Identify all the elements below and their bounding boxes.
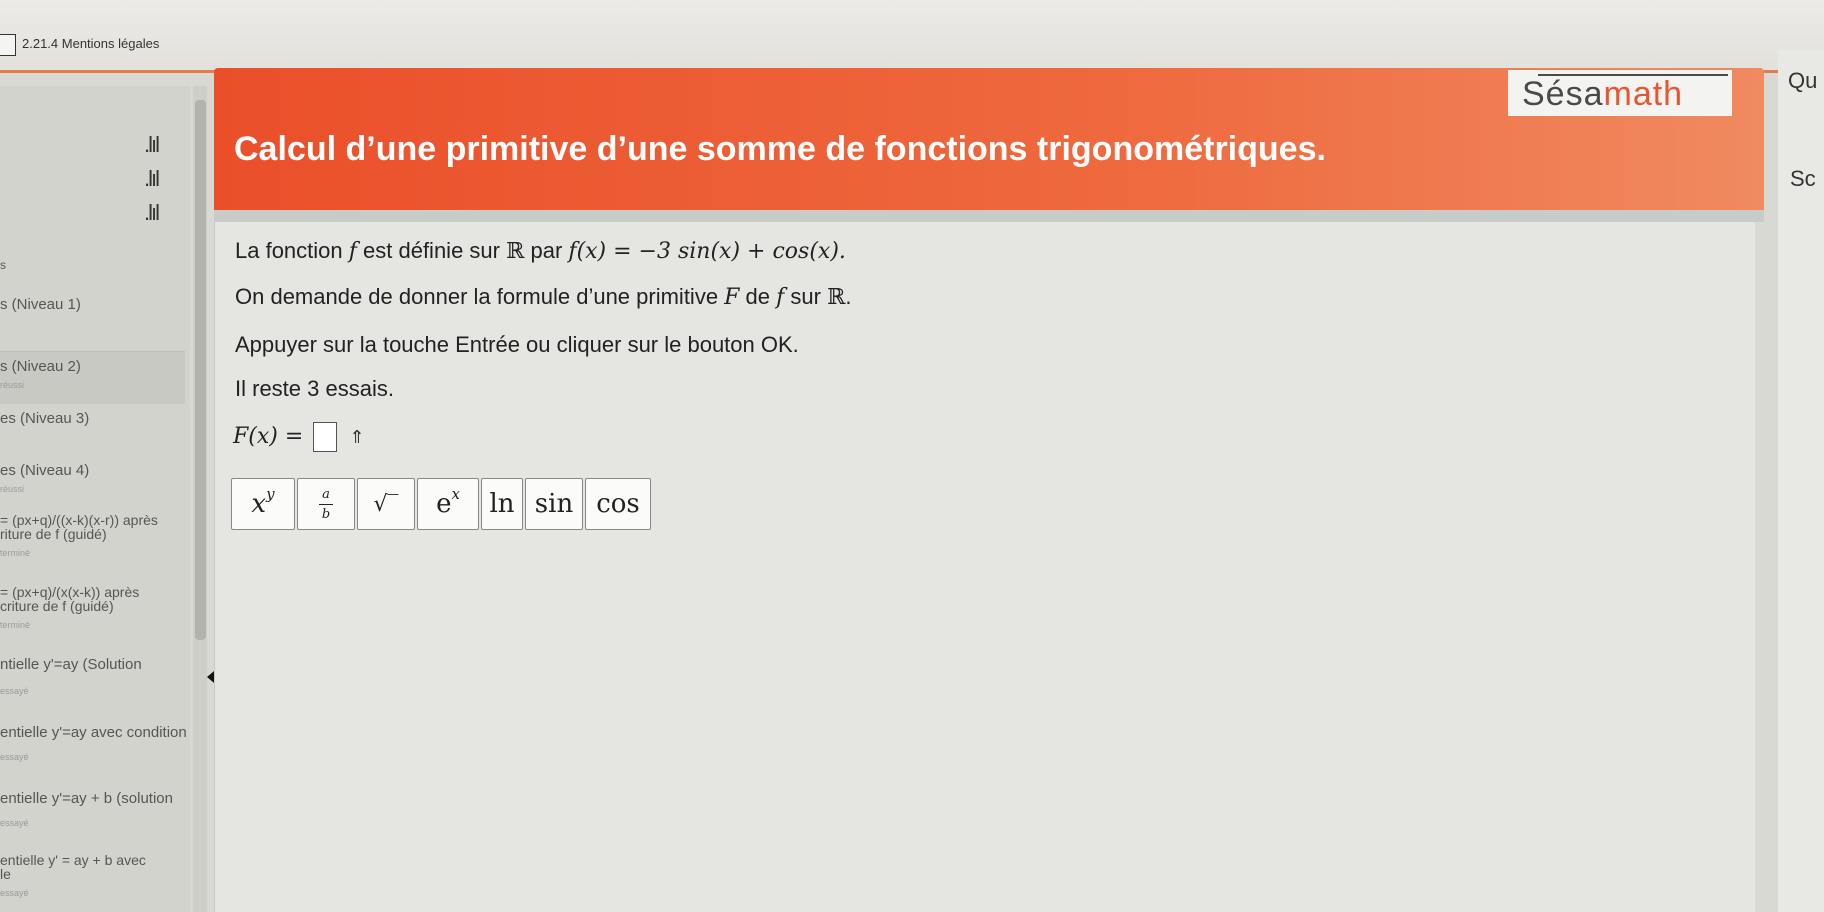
banner-shadow-strip — [214, 210, 1764, 222]
sidebar-item-status: réussi — [0, 380, 25, 390]
up-arrow-icon[interactable]: ⇑ — [350, 427, 365, 448]
instruction-line: Appuyer sur la touche Entrée ou cliquer … — [235, 332, 799, 357]
fraction-key[interactable]: ab — [297, 478, 355, 530]
exercise-banner: Sésamath Calcul d’une primitive d’une so… — [214, 68, 1764, 214]
right-panel-text-top: Qu — [1788, 68, 1818, 93]
logo-prefix: Sésa — [1522, 75, 1604, 113]
sidebar-item-label: s (Niveau 2) — [0, 358, 81, 375]
sidebar-item[interactable]: entielle y' = ay + b avec le essayé — [0, 852, 185, 912]
fraction-icon: ab — [319, 487, 333, 522]
exp-key-exponent: x — [451, 485, 460, 503]
statement-line-2: On demande de donner la formule d’une pr… — [235, 284, 852, 310]
sidebar-item-label: le — [0, 866, 11, 882]
sidebar-item-status: essayé — [0, 888, 29, 898]
sidebar-item[interactable]: entielle y'=ay avec condition essayé — [0, 720, 187, 786]
sidebar-item-label: es (Niveau 4) — [0, 462, 90, 479]
statement-text: est définie sur — [356, 238, 507, 263]
exercise-sidebar: .lıl .lıl .lıl s s (Niveau 1) s (Niveau … — [0, 86, 190, 912]
mentions-legales-link[interactable]: 2.21.4 Mentions légales — [22, 36, 159, 51]
sidebar-item-label: criture de f (guidé) — [0, 598, 114, 614]
sidebar-item[interactable]: es (Niveau 3) — [0, 404, 185, 454]
sidebar-item[interactable]: = (px+q)/(x(x-k)) après criture de f (gu… — [0, 580, 185, 650]
sidebar-item-status: essayé — [0, 818, 29, 828]
sidebar-item-status: essayé — [0, 752, 29, 762]
fraction-bar — [319, 503, 333, 505]
statement-text: par — [524, 238, 569, 263]
sidebar-item-label: entielle y' = ay + b avec — [0, 852, 146, 868]
answer-label: F(x) = — [233, 423, 304, 449]
logo-suffix: math — [1603, 75, 1684, 113]
ln-key[interactable]: ln — [481, 478, 523, 530]
power-key-exponent: y — [266, 485, 275, 503]
exercise-title: Calcul d’une primitive d’une somme de fo… — [234, 130, 1326, 168]
sidebar-lone-char: s — [0, 258, 6, 272]
sidebar-item[interactable]: es (Niveau 4) réussi — [0, 456, 185, 508]
exp-key-base: e — [436, 489, 452, 519]
statement-text: de — [739, 284, 777, 309]
level-bars-icon: .lıl — [144, 132, 160, 157]
cos-key[interactable]: cos — [585, 478, 651, 530]
level-bars-icon: .lıl — [144, 200, 160, 225]
statement-text: . — [845, 284, 852, 309]
primitive-symbol: F — [724, 285, 740, 310]
sidebar-item-status: essayé — [0, 686, 29, 696]
sidebar-item[interactable]: entielle y'=ay + b (solution essayé — [0, 786, 185, 852]
fraction-numerator: a — [322, 486, 330, 502]
sidebar-item-label: ntielle y'=ay (Solution — [0, 656, 142, 673]
sidebar-item-label: s (Niveau 1) — [0, 296, 81, 313]
sidebar-item[interactable]: ntielle y'=ay (Solution essayé — [0, 652, 185, 718]
sidebar-item-label: es (Niveau 3) — [0, 410, 90, 427]
statement-line-1: La fonction f est définie sur ℝ par f(x)… — [235, 238, 846, 264]
statement-text: On demande de donner la formule d’une pr… — [235, 284, 725, 309]
answer-row: F(x) = ⇑ — [233, 422, 365, 452]
level-bars-icon: .lıl — [144, 166, 160, 191]
function-formula: f(x) = −3 sin(x) + cos(x). — [568, 239, 846, 264]
sidebar-scrollbar-thumb[interactable] — [195, 100, 206, 640]
sidebar-item-status: réussi — [0, 484, 25, 494]
sidebar-item-label: entielle y'=ay avec condition — [0, 724, 187, 741]
sidebar-item[interactable]: s (Niveau 1) — [0, 288, 185, 338]
power-key-base: x — [251, 489, 267, 519]
exp-key[interactable]: ex — [417, 478, 479, 530]
power-key[interactable]: xy — [231, 478, 295, 530]
sidebar-item[interactable]: s (Niveau 2) réussi — [0, 352, 185, 404]
statement-text: sur — [784, 284, 828, 309]
top-bar: 2.21.4 Mentions légales — [0, 0, 1824, 73]
reals-symbol: ℝ — [506, 239, 525, 264]
reals-symbol: ℝ — [827, 285, 846, 310]
attempts-remaining: Il reste 3 essais. — [235, 376, 394, 401]
sidebar-item-label: entielle y'=ay + b (solution — [0, 790, 173, 807]
answer-input[interactable] — [313, 422, 338, 452]
right-panel: Qu Sc — [1778, 50, 1824, 912]
sqrt-key[interactable]: √‾ — [357, 478, 415, 530]
function-symbol: f — [348, 239, 357, 264]
sidebar-item-status: terminé — [0, 620, 31, 630]
mentions-checkbox[interactable] — [0, 34, 16, 56]
fraction-denominator: b — [321, 506, 331, 522]
exercise-content: La fonction f est définie sur ℝ par f(x)… — [214, 222, 1755, 912]
right-panel-text-mid: Sc — [1790, 166, 1816, 191]
sidebar-item-label: riture de f (guidé) — [0, 526, 107, 542]
sesamath-logo: Sésamath — [1508, 70, 1732, 116]
sidebar-item-status: terminé — [0, 548, 31, 558]
statement-text: La fonction — [235, 238, 349, 263]
sidebar-item[interactable]: = (px+q)/((x-k)(x-r)) après riture de f … — [0, 508, 185, 578]
logo-text: Sésamath — [1522, 75, 1683, 114]
sin-key[interactable]: sin — [525, 478, 583, 530]
